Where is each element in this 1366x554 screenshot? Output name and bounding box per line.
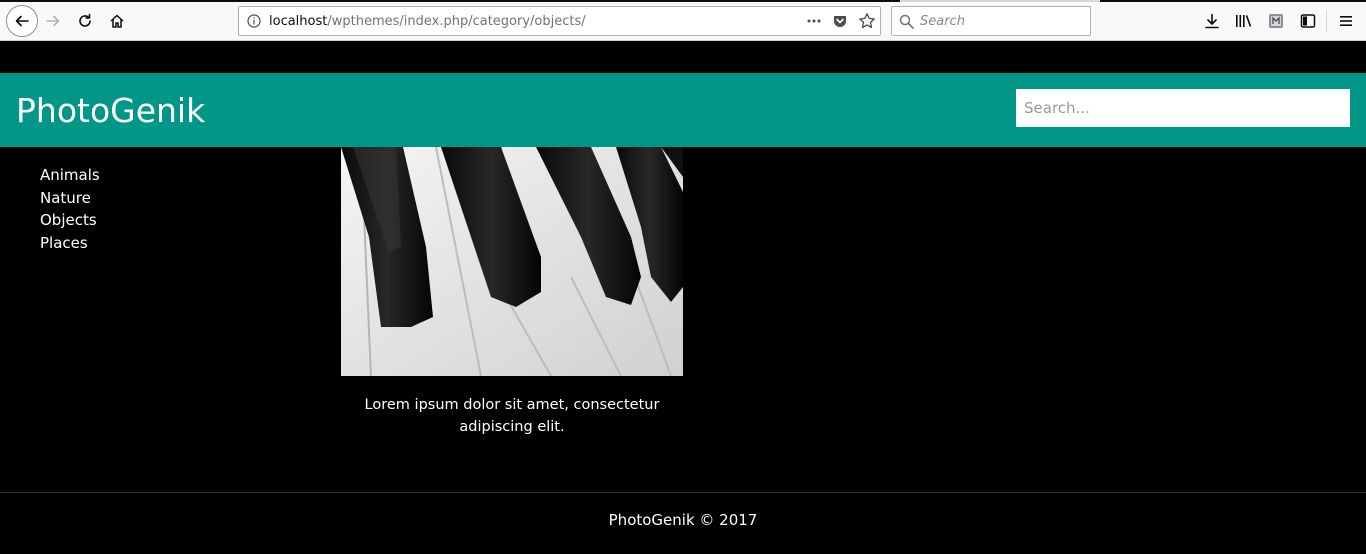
reload-icon[interactable]	[70, 6, 100, 36]
library-icon[interactable]	[1230, 6, 1258, 36]
category-link-objects[interactable]: Objects	[40, 209, 100, 232]
hamburger-menu-icon[interactable]	[1332, 6, 1360, 36]
category-link-places[interactable]: Places	[40, 232, 100, 255]
home-icon[interactable]	[102, 6, 132, 36]
url-host: localhost	[269, 13, 328, 29]
browser-search-bar[interactable]	[891, 6, 1091, 36]
star-icon[interactable]	[858, 12, 876, 30]
tab-strip-edge	[0, 0, 1366, 2]
browser-toolbar: localhost/wpthemes/index.php/category/ob…	[0, 0, 1366, 41]
browser-search-input[interactable]	[920, 13, 1080, 29]
download-icon[interactable]	[1198, 6, 1226, 36]
forward-arrow-icon[interactable]	[38, 6, 68, 36]
footer-divider	[0, 492, 1366, 493]
site-title[interactable]: PhotoGenik	[16, 91, 205, 130]
back-arrow-icon[interactable]	[6, 5, 38, 37]
url-path: /wpthemes/index.php/category/objects/	[327, 13, 586, 29]
category-link-nature[interactable]: Nature	[40, 187, 100, 210]
extension-icon[interactable]	[1262, 6, 1290, 36]
url-text[interactable]: localhost/wpthemes/index.php/category/ob…	[269, 14, 586, 29]
site-search-input[interactable]	[1016, 89, 1350, 127]
toolbar-separator	[1326, 10, 1327, 32]
post-card: Lorem ipsum dolor sit amet, consectetur …	[341, 147, 683, 438]
page-content: PhotoGenik Animals Nature Objects Places	[0, 41, 1366, 554]
site-footer: PhotoGenik © 2017	[608, 511, 758, 529]
pocket-icon[interactable]	[832, 13, 848, 29]
more-dots-icon[interactable]	[806, 13, 822, 29]
category-link-animals[interactable]: Animals	[40, 164, 100, 187]
category-menu: Animals Nature Objects Places	[40, 164, 100, 254]
sidebar-icon[interactable]	[1294, 6, 1322, 36]
site-header: PhotoGenik	[0, 73, 1366, 147]
piano-keys-illustration	[341, 147, 683, 376]
search-icon	[892, 14, 920, 29]
info-icon[interactable]	[239, 7, 269, 35]
post-image-piano-keys[interactable]	[341, 147, 683, 376]
post-caption[interactable]: Lorem ipsum dolor sit amet, consectetur …	[341, 394, 683, 438]
url-bar[interactable]: localhost/wpthemes/index.php/category/ob…	[238, 6, 881, 36]
